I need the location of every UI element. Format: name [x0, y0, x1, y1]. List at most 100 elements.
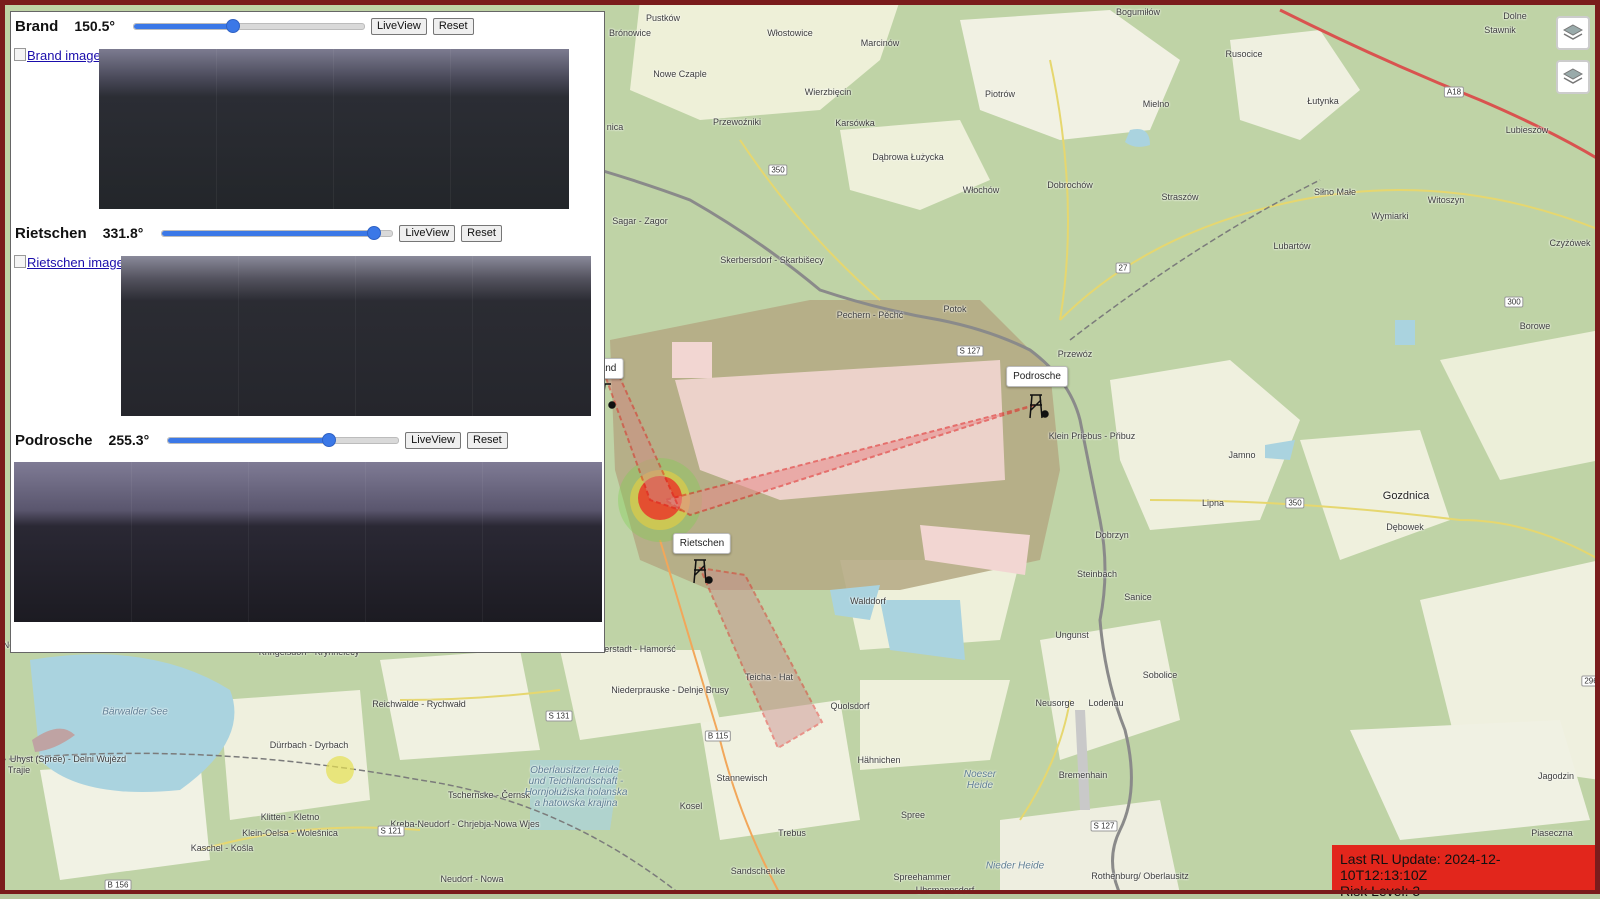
place-label: Niederprauske - Delnje Brusy	[611, 685, 729, 695]
place-label: Straszów	[1161, 192, 1199, 202]
camera-angle: 255.3°	[108, 432, 150, 448]
slider-thumb[interactable]	[322, 432, 337, 447]
place-label: Dolne	[1503, 11, 1527, 21]
place-label: Łutynka	[1307, 96, 1339, 106]
place-label: Lubieszów	[1505, 125, 1549, 135]
layers-icon	[1563, 68, 1583, 84]
reset-button[interactable]: Reset	[461, 224, 502, 242]
place-label: Sanice	[1124, 592, 1152, 602]
camera-image	[99, 49, 569, 209]
place-label: Klein-Oelsa - Wolešnica	[242, 828, 338, 838]
layers-button[interactable]	[1556, 16, 1590, 50]
place-label: Trebus	[778, 828, 806, 838]
place-label: Noeser Heide	[963, 769, 997, 791]
image-alt-text: Brand image	[27, 48, 101, 63]
camera-image	[121, 256, 591, 416]
road-shield: B 156	[104, 879, 132, 891]
place-label: Dębowek	[1386, 522, 1424, 532]
road-shield: B 115	[704, 730, 732, 742]
road-shield: 350	[768, 164, 788, 176]
camera-image-link[interactable]: Rietschen image	[14, 255, 124, 270]
road-shield: 27	[1115, 262, 1131, 274]
camera-name: Rietschen	[15, 224, 87, 242]
place-label: Przewóz	[1057, 349, 1093, 359]
broken-image-icon	[14, 255, 26, 268]
place-label: Piotrów	[984, 89, 1016, 99]
slider-thumb[interactable]	[225, 18, 240, 33]
road-shield: S 131	[545, 710, 573, 722]
place-label: Karsówka	[835, 118, 875, 128]
place-label: Bogumiłów	[1115, 7, 1161, 17]
place-label: Kreba-Neudorf - Chrjebja-Nowa Wjes	[390, 819, 540, 829]
place-label: Lipna	[1201, 498, 1225, 508]
place-label: nica	[606, 122, 624, 132]
overlay-layers-button[interactable]	[1556, 60, 1590, 94]
place-label: Rusocice	[1225, 49, 1263, 59]
place-label: Neudorf - Nowa	[440, 874, 504, 884]
place-label: Spree	[900, 810, 926, 820]
place-label: Mielno	[1142, 99, 1170, 109]
road-shield: 350	[1285, 497, 1305, 509]
camera-row-brand: Brand 150.5° LiveView Reset	[15, 15, 474, 37]
place-label: Dürrbach - Dyrbach	[269, 740, 349, 750]
angle-slider[interactable]	[161, 225, 394, 240]
place-label: Kaschel - Košla	[190, 843, 254, 853]
place-label: Walddorf	[850, 596, 886, 606]
reset-button[interactable]: Reset	[432, 17, 474, 35]
place-label: Reichwalde - Rychwałd	[372, 699, 466, 709]
place-label: Bremenhain	[1058, 770, 1108, 780]
place-label: Borowe	[1519, 321, 1551, 331]
place-label: Dąbrowa Łużycka	[872, 152, 944, 162]
image-alt-text: Rietschen image	[27, 255, 124, 270]
angle-slider[interactable]	[167, 432, 400, 447]
place-label: Witoszyn	[1427, 195, 1465, 205]
tower-label-rietschen[interactable]: Rietschen	[672, 533, 732, 554]
place-label: Siłno Małe	[1313, 187, 1357, 197]
place-label: Teicha - Hat	[744, 672, 794, 682]
risk-level-text: Risk Level: 3	[1340, 883, 1421, 899]
layers-icon	[1563, 24, 1583, 40]
road-shield: S 127	[956, 345, 984, 357]
place-label: Rothenburg/ Oberlausitz	[1091, 871, 1189, 881]
place-label: Hähnichen	[857, 755, 901, 765]
place-label: Lubartów	[1273, 241, 1311, 251]
place-label: Sandschenke	[730, 866, 786, 876]
place-label: Nieder Heide	[985, 860, 1045, 872]
angle-slider[interactable]	[132, 18, 365, 33]
camera-row-rietschen: Rietschen 331.8° LiveView Reset	[15, 222, 502, 244]
camera-image	[14, 462, 602, 622]
reset-button[interactable]: Reset	[467, 431, 508, 449]
place-label: Brónowice	[608, 28, 652, 38]
place-label: Włostowice	[767, 28, 813, 38]
slider-thumb[interactable]	[366, 225, 381, 240]
place-label: Tschernske - Černsk	[447, 790, 531, 800]
place-label: Jamno	[1228, 450, 1256, 460]
place-label: Neusorge	[1035, 698, 1075, 708]
liveview-button[interactable]: LiveView	[399, 224, 456, 242]
place-label: Wymiarki	[1371, 211, 1409, 221]
place-label: Klitten - Kletno	[260, 812, 320, 822]
place-label: Dobrzyn	[1095, 530, 1129, 540]
place-label: Steinbach	[1076, 569, 1118, 579]
road-shield: 296	[1581, 675, 1600, 687]
camera-angle: 150.5°	[74, 18, 115, 34]
place-label: Włochów	[962, 185, 1000, 195]
camera-image-link[interactable]: Brand image	[14, 48, 101, 63]
road-shield: S 121	[377, 825, 405, 837]
last-update-text: Last RL Update: 2024-12-10T12:13:10Z	[1340, 851, 1501, 883]
place-label: Quolsdorf	[830, 701, 870, 711]
liveview-button[interactable]: LiveView	[370, 17, 427, 35]
liveview-button[interactable]: LiveView	[405, 431, 461, 449]
camera-angle: 331.8°	[102, 225, 144, 241]
camera-name: Podrosche	[15, 431, 93, 449]
place-label: Klein Priebus - Přibuz	[1048, 431, 1136, 441]
camera-name: Brand	[15, 17, 59, 35]
place-label: Oberlausitzer Heide- und Teichlandschaft…	[524, 765, 628, 809]
place-label: Spreehammer	[893, 872, 951, 882]
place-label: Pustków	[645, 13, 681, 23]
camera-panel: Brand 150.5° LiveView Reset Brand image …	[10, 11, 605, 653]
place-label: Czyżówek	[1549, 238, 1591, 248]
tower-label-podrosche[interactable]: Podrosche	[1006, 366, 1068, 387]
place-label: Piaseczna	[1531, 828, 1573, 838]
place-label: Jagodzin	[1537, 771, 1575, 781]
